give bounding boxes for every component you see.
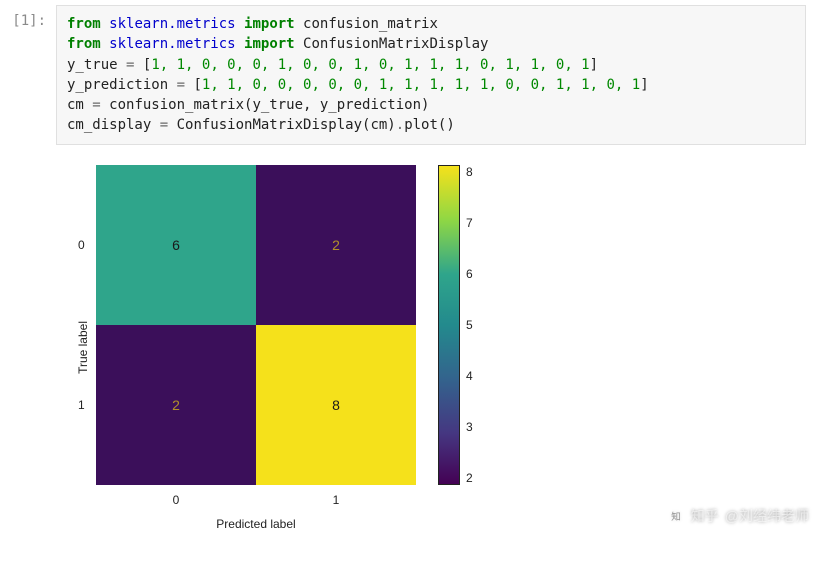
cm-cell-0-0: 6 xyxy=(96,165,256,325)
code-line-5: cm = confusion_matrix(y_true, y_predicti… xyxy=(67,95,795,115)
import-name: ConfusionMatrixDisplay xyxy=(303,36,488,52)
cm-cell-1-1: 8 xyxy=(256,325,416,485)
bracket-close: ] xyxy=(640,77,648,93)
zhihu-icon: 知 xyxy=(667,507,685,525)
confusion-matrix-figure: True label 0 1 6 2 2 8 0 1 Predicted lab… xyxy=(76,165,814,531)
fn-call: confusion_matrix(y_true, y_prediction) xyxy=(109,97,429,113)
jupyter-cell: [1]: from sklearn.metrics import confusi… xyxy=(0,0,814,150)
colorbar: 8 7 6 5 4 3 2 xyxy=(438,165,473,485)
watermark-brand: 知乎 xyxy=(691,506,719,526)
code-line-6: cm_display = ConfusionMatrixDisplay(cm).… xyxy=(67,115,795,135)
parens: () xyxy=(438,117,455,133)
var-name: cm xyxy=(67,97,84,113)
keyword-import: import xyxy=(244,36,295,52)
cm-cell-1-0: 2 xyxy=(96,325,256,485)
method-name: plot xyxy=(404,117,438,133)
y-tick: 0 xyxy=(78,238,85,252)
keyword-import: import xyxy=(244,16,295,32)
colorbar-ticks: 8 7 6 5 4 3 2 xyxy=(460,165,473,485)
svg-text:知: 知 xyxy=(671,510,681,523)
cm-value: 2 xyxy=(172,397,180,413)
cbar-tick: 5 xyxy=(466,318,473,332)
list-values: 1, 1, 0, 0, 0, 1, 0, 0, 1, 0, 1, 1, 1, 0… xyxy=(151,57,589,73)
var-name: y_true xyxy=(67,57,118,73)
x-axis-label: Predicted label xyxy=(96,507,416,531)
cm-value: 2 xyxy=(332,237,340,253)
keyword-from: from xyxy=(67,16,101,32)
code-line-2: from sklearn.metrics import ConfusionMat… xyxy=(67,34,795,54)
colorbar-gradient xyxy=(438,165,460,485)
y-ticks: 0 1 xyxy=(78,165,85,485)
module-name: sklearn.metrics xyxy=(109,16,235,32)
cbar-tick: 4 xyxy=(466,369,473,383)
cbar-tick: 7 xyxy=(466,216,473,230)
heatmap-grid: 6 2 2 8 xyxy=(96,165,416,485)
x-tick: 1 xyxy=(333,493,340,507)
equals-op: = xyxy=(168,77,193,93)
watermark: 知 知乎 @刘经纬老师 xyxy=(667,506,809,526)
module-name: sklearn.metrics xyxy=(109,36,235,52)
y-tick: 1 xyxy=(78,398,85,412)
heatmap-axes: 0 1 6 2 2 8 0 1 Predicted label xyxy=(96,165,416,531)
code-line-1: from sklearn.metrics import confusion_ma… xyxy=(67,14,795,34)
cbar-tick: 8 xyxy=(466,165,473,179)
cbar-tick: 6 xyxy=(466,267,473,281)
list-values: 1, 1, 0, 0, 0, 0, 0, 1, 1, 1, 1, 1, 0, 0… xyxy=(202,77,640,93)
cm-value: 8 xyxy=(332,397,340,413)
cm-cell-0-1: 2 xyxy=(256,165,416,325)
import-name: confusion_matrix xyxy=(303,16,438,32)
dot-op: . xyxy=(396,117,404,133)
bracket-close: ] xyxy=(590,57,598,73)
var-name: cm_display xyxy=(67,117,151,133)
code-line-4: y_prediction = [1, 1, 0, 0, 0, 0, 0, 1, … xyxy=(67,75,795,95)
equals-op: = xyxy=(151,117,176,133)
cbar-tick: 2 xyxy=(466,471,473,485)
equals-op: = xyxy=(118,57,143,73)
bracket-open: [ xyxy=(193,77,201,93)
var-name: y_prediction xyxy=(67,77,168,93)
keyword-from: from xyxy=(67,36,101,52)
watermark-user: @刘经纬老师 xyxy=(725,506,809,526)
equals-op: = xyxy=(84,97,109,113)
cbar-tick: 3 xyxy=(466,420,473,434)
cell-output: True label 0 1 6 2 2 8 0 1 Predicted lab… xyxy=(56,150,814,531)
x-ticks: 0 1 xyxy=(96,485,416,507)
code-line-3: y_true = [1, 1, 0, 0, 0, 1, 0, 0, 1, 0, … xyxy=(67,55,795,75)
x-tick: 0 xyxy=(173,493,180,507)
fn-call: ConfusionMatrixDisplay(cm) xyxy=(177,117,396,133)
input-prompt: [1]: xyxy=(0,5,56,145)
cm-value: 6 xyxy=(172,237,180,253)
code-input[interactable]: from sklearn.metrics import confusion_ma… xyxy=(56,5,806,145)
